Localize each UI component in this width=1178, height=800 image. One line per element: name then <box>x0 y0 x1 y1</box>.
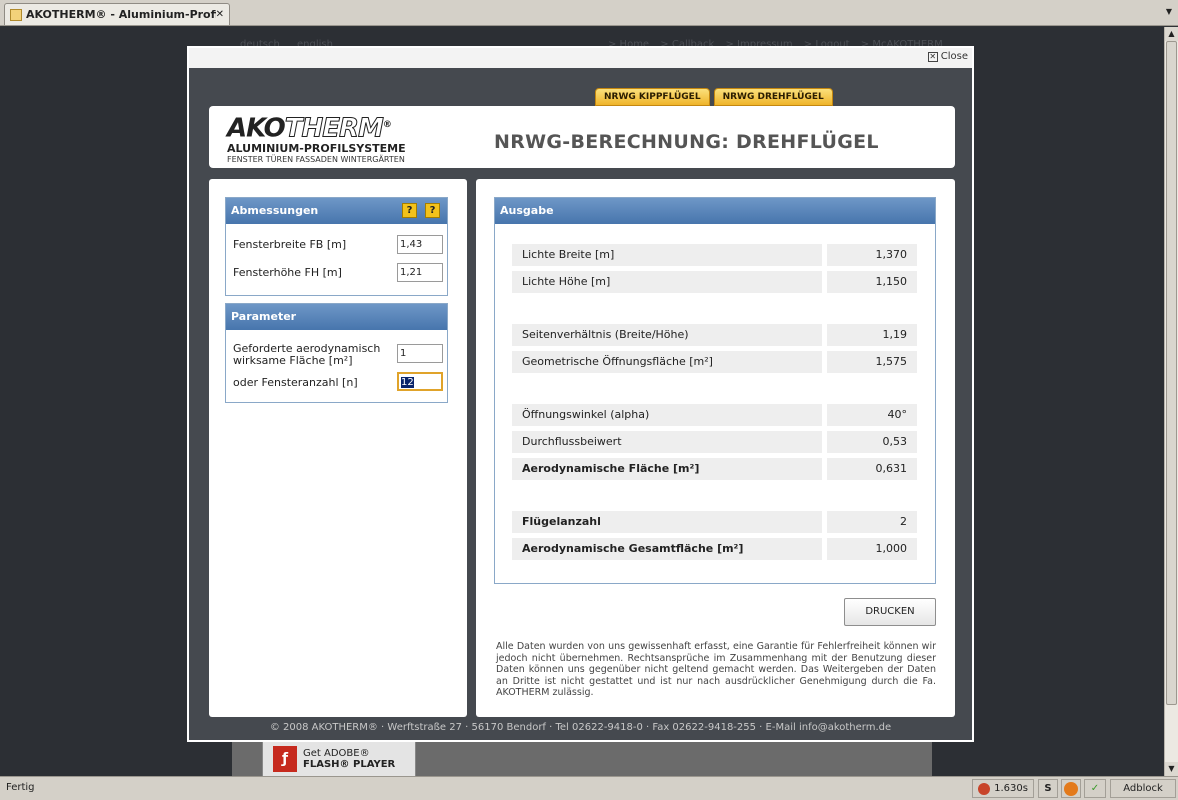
timing-cell: 1.630s <box>972 779 1034 798</box>
browser-tab[interactable]: AKOTHERM® - Aluminium-Profils... ✕ <box>4 3 230 25</box>
timing-value: 1.630s <box>994 783 1028 794</box>
fensteranzahl-value: 12 <box>401 377 414 388</box>
output-value: 1,000 <box>827 538 917 560</box>
browser-status-bar: Fertig 1.630s S ✓ Adblock <box>0 776 1178 800</box>
output-row: Lichte Höhe [m] 1,150 <box>512 271 917 293</box>
flash-player-badge[interactable]: ƒ Get ADOBE® FLASH® PLAYER <box>262 741 416 776</box>
output-row: Durchflussbeiwert 0,53 <box>512 431 917 453</box>
output-row: Lichte Breite [m] 1,370 <box>512 244 917 266</box>
tab-drehfluegel[interactable]: NRWG DREHFLÜGEL <box>713 88 833 106</box>
tab-close-icon[interactable]: ✕ <box>216 9 224 20</box>
help-icon-2[interactable]: ? <box>425 203 440 218</box>
s-addon-icon[interactable]: S <box>1038 779 1058 798</box>
flash-icon: ƒ <box>273 746 297 772</box>
browser-tab-title: AKOTHERM® - Aluminium-Profils... <box>26 8 216 21</box>
tab-kippfluegel[interactable]: NRWG KIPPFLÜGEL <box>595 88 710 106</box>
fensteranzahl-input[interactable]: 12 <box>397 372 443 391</box>
close-button[interactable]: ✕ Close <box>927 51 968 62</box>
favicon-icon <box>10 8 22 21</box>
lightbox-topbar: ✕ Close <box>189 48 972 68</box>
parameter-title: Parameter <box>231 310 297 323</box>
footer-contact: © 2008 AKOTHERM® · Werftstraße 27 · 5617… <box>269 722 892 733</box>
output-value: 0,53 <box>827 431 917 453</box>
logo-subtagline: FENSTER TÜREN FASSADEN WINTERGÄRTEN <box>227 154 405 164</box>
output-value: 1,370 <box>827 244 917 266</box>
akotherm-logo: AKOTHERM® ALUMINIUM-PROFILSYSTEME FENSTE… <box>227 112 417 164</box>
close-icon: ✕ <box>927 51 938 62</box>
output-row: Geometrische Öffnungsfläche [m²] 1,575 <box>512 351 917 373</box>
adblock-label: Adblock <box>1123 783 1163 794</box>
print-button[interactable]: DRUCKEN <box>844 598 936 626</box>
flaeche-label-line2: wirksame Fläche [m²] <box>233 354 353 367</box>
parameter-header: Parameter <box>226 304 447 330</box>
output-value: 0,631 <box>827 458 917 480</box>
logo-word-therm: THERM <box>284 113 384 144</box>
page-title: NRWG-BERECHNUNG: DREHFLÜGEL <box>494 131 879 153</box>
output-label: Flügelanzahl <box>512 511 822 533</box>
calculator-lightbox: ✕ Close NRWG KIPPFLÜGEL NRWG DREHFLÜGEL … <box>187 46 974 742</box>
tab-list-icon[interactable]: ▼ <box>1166 7 1172 16</box>
output-row: Flügelanzahl 2 <box>512 511 917 533</box>
status-text: Fertig <box>6 782 35 793</box>
output-label: Lichte Breite [m] <box>512 244 822 266</box>
output-label: Durchflussbeiwert <box>512 431 822 453</box>
calculator-tabs: NRWG KIPPFLÜGEL NRWG DREHFLÜGEL <box>595 88 833 106</box>
close-label: Close <box>940 51 968 62</box>
flaeche-label: Geforderte aerodynamisch wirksame Fläche… <box>233 343 380 367</box>
fensterhoehe-label: Fensterhöhe FH [m] <box>233 266 342 279</box>
timer-icon <box>978 782 991 795</box>
browser-tab-bar: AKOTHERM® - Aluminium-Profils... ✕ ▼ <box>0 0 1178 26</box>
output-panel: Ausgabe Lichte Breite [m] 1,370 Lichte Hö… <box>476 179 955 717</box>
output-value: 2 <box>827 511 917 533</box>
output-label: Seitenverhältnis (Breite/Höhe) <box>512 324 822 346</box>
scroll-down-icon[interactable]: ▼ <box>1165 762 1178 776</box>
output-row: Aerodynamische Gesamtfläche [m²] 1,000 <box>512 538 917 560</box>
firefox-icon <box>1064 781 1078 796</box>
output-label: Aerodynamische Fläche [m²] <box>512 458 822 480</box>
ausgabe-box: Ausgabe Lichte Breite [m] 1,370 Lichte Hö… <box>494 197 936 584</box>
scroll-up-icon[interactable]: ▲ <box>1165 27 1178 41</box>
flaeche-input[interactable]: 1 <box>397 344 443 363</box>
vertical-scrollbar[interactable]: ▲ ▼ <box>1164 27 1178 776</box>
logo-word-ako: AKO <box>227 113 286 144</box>
adblock-button[interactable]: Adblock <box>1110 779 1176 798</box>
output-label: Aerodynamische Gesamtfläche [m²] <box>512 538 822 560</box>
logo-tagline: ALUMINIUM-PROFILSYSTEME <box>227 141 406 155</box>
output-row: Aerodynamische Fläche [m²] 0,631 <box>512 458 917 480</box>
calculator-header: AKOTHERM® ALUMINIUM-PROFILSYSTEME FENSTE… <box>209 106 955 168</box>
check-addon-icon[interactable]: ✓ <box>1084 779 1106 798</box>
flash-line1: Get ADOBE® <box>303 748 370 759</box>
fensterhoehe-input[interactable]: 1,21 <box>397 263 443 282</box>
output-row: Öffnungswinkel (alpha) 40° <box>512 404 917 426</box>
output-label: Geometrische Öffnungsfläche [m²] <box>512 351 822 373</box>
output-value: 1,150 <box>827 271 917 293</box>
help-icon-1[interactable]: ? <box>402 203 417 218</box>
output-value: 1,19 <box>827 324 917 346</box>
firefox-addon-icon[interactable] <box>1061 779 1081 798</box>
abmessungen-box: Abmessungen ? ? Fensterbreite FB [m] 1,4… <box>225 197 448 296</box>
input-panel: Abmessungen ? ? Fensterbreite FB [m] 1,4… <box>209 179 467 717</box>
abmessungen-header: Abmessungen ? ? <box>226 198 447 224</box>
ausgabe-header: Ausgabe <box>495 198 935 224</box>
ausgabe-title: Ausgabe <box>500 204 554 217</box>
parameter-box: Parameter Geforderte aerodynamisch wirks… <box>225 303 448 403</box>
fensterbreite-input[interactable]: 1,43 <box>397 235 443 254</box>
fensteranzahl-label: oder Fensteranzahl [n] <box>233 376 358 389</box>
output-value: 1,575 <box>827 351 917 373</box>
flash-line2: FLASH® PLAYER <box>303 759 396 770</box>
output-row: Seitenverhältnis (Breite/Höhe) 1,19 <box>512 324 917 346</box>
output-value: 40° <box>827 404 917 426</box>
disclaimer-text: Alle Daten wurden von uns gewissenhaft e… <box>496 641 936 698</box>
check-icon: ✓ <box>1090 783 1100 794</box>
logo-reg: ® <box>382 120 392 130</box>
abmessungen-title: Abmessungen <box>231 204 319 217</box>
fensterbreite-label: Fensterbreite FB [m] <box>233 238 347 251</box>
scroll-thumb[interactable] <box>1166 41 1177 705</box>
output-label: Öffnungswinkel (alpha) <box>512 404 822 426</box>
output-label: Lichte Höhe [m] <box>512 271 822 293</box>
